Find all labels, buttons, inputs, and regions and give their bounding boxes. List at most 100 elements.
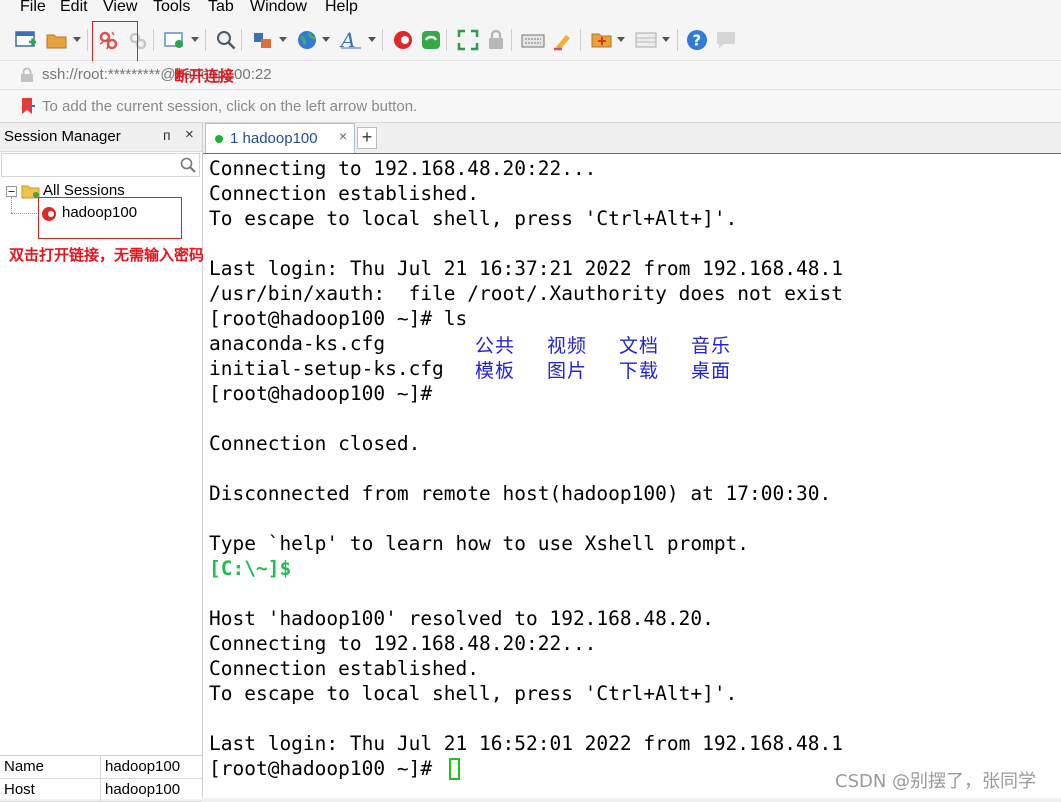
disconnect-highlight-box: [92, 21, 138, 63]
property-value: hadoop100: [105, 781, 181, 798]
dir-entry: 视频: [547, 335, 588, 357]
menu-view[interactable]: View: [103, 0, 137, 16]
keyboard-icon[interactable]: [520, 27, 546, 53]
session-search-input[interactable]: [1, 153, 200, 177]
terminal-line: To escape to local shell, press 'Ctrl+Al…: [209, 682, 738, 705]
tree-connector: [11, 197, 13, 213]
fullscreen-icon[interactable]: [455, 27, 481, 53]
dir-entry: 音乐: [691, 335, 732, 357]
lock-icon: [21, 67, 33, 82]
font-icon[interactable]: A: [338, 27, 364, 53]
terminal-line: initial-setup-ks.cfg: [209, 357, 444, 380]
tab-label: 1 hadoop100: [230, 130, 318, 147]
dir-entry: 公共: [475, 335, 516, 357]
globe-dropdown-icon[interactable]: [322, 37, 330, 42]
toolbar-separator: [382, 29, 383, 51]
menu-bar: File Edit View Tools Tab Window Help: [0, 0, 1061, 20]
toolbar-separator: [677, 29, 678, 51]
dir-entry: 图片: [547, 360, 588, 382]
terminal-line: To escape to local shell, press 'Ctrl+Al…: [209, 207, 738, 230]
toolbar-separator: [580, 29, 581, 51]
transfer-icon[interactable]: [250, 27, 276, 53]
property-row: Host hadoop100: [0, 779, 202, 802]
menu-help[interactable]: Help: [325, 0, 358, 16]
dir-entry: 文档: [619, 335, 660, 357]
chat-icon[interactable]: [713, 27, 739, 53]
disconnect-annotation: 断开连接: [174, 67, 235, 85]
compose-dropdown-icon[interactable]: [617, 37, 625, 42]
terminal-line: [root@hadoop100 ~]#: [209, 382, 433, 405]
dir-entry: 模板: [475, 360, 516, 382]
terminal-line: Last login: Thu Jul 21 16:52:01 2022 fro…: [209, 732, 843, 755]
session-manager-header: Session Manager ᴨ ×: [0, 123, 202, 152]
dir-entry: 桌面: [691, 360, 732, 382]
properties-icon[interactable]: [162, 27, 188, 53]
address-bar: ssh://root:*********@hadoop100:22: [0, 61, 1061, 90]
menu-tools[interactable]: Tools: [153, 0, 190, 16]
watermark: CSDN @别摆了，张同学: [835, 771, 1037, 792]
property-key: Host: [4, 781, 35, 798]
tree-connector: [11, 213, 37, 215]
terminal-line: Last login: Thu Jul 21 16:37:21 2022 fro…: [209, 257, 843, 280]
font-dropdown-icon[interactable]: [368, 37, 376, 42]
open-folder-icon[interactable]: [44, 27, 70, 53]
compose-icon[interactable]: [589, 27, 615, 53]
terminal-prompt: [root@hadoop100 ~]#: [209, 757, 433, 780]
tab-close-icon[interactable]: ×: [339, 128, 347, 144]
xshell-icon[interactable]: [390, 27, 416, 53]
info-text: To add the current session, click on the…: [42, 98, 418, 115]
terminal-line: Disconnected from remote host(hadoop100)…: [209, 482, 832, 505]
layout-dropdown-icon[interactable]: [662, 37, 670, 42]
toolbar-separator: [446, 29, 447, 51]
close-panel-icon[interactable]: ×: [185, 126, 194, 143]
transfer-dropdown-icon[interactable]: [279, 37, 287, 42]
new-session-icon[interactable]: [13, 27, 39, 53]
terminal-line: Type `help' to learn how to use Xshell p…: [209, 532, 750, 555]
toolbar-separator: [153, 29, 154, 51]
property-row: Name hadoop100: [0, 756, 202, 779]
globe-icon[interactable]: [294, 27, 320, 53]
property-key: Name: [4, 758, 45, 775]
tab-hadoop100[interactable]: 1 hadoop100 ×: [205, 123, 355, 153]
help-icon[interactable]: ?: [684, 27, 710, 53]
menu-tab[interactable]: Tab: [208, 0, 234, 16]
terminal-output[interactable]: Connecting to 192.168.48.20:22... Connec…: [203, 154, 1061, 798]
find-icon[interactable]: [213, 27, 239, 53]
collapse-toggle-icon[interactable]: [6, 186, 17, 197]
local-shell-prompt: [C:\~]$: [209, 557, 292, 580]
double-click-annotation: 双击打开链接，无需输入密码: [9, 246, 205, 264]
terminal-line: Connecting to 192.168.48.20:22...: [209, 157, 597, 180]
dir-entry: 下载: [619, 360, 660, 382]
tab-strip: 1 hadoop100 × +: [203, 123, 1061, 154]
layout-icon[interactable]: [633, 27, 659, 53]
menu-file[interactable]: File: [20, 0, 46, 16]
menu-edit[interactable]: Edit: [60, 0, 88, 16]
terminal-line: anaconda-ks.cfg: [209, 332, 386, 355]
session-manager-panel: Session Manager ᴨ × All Sessions hadoop1…: [0, 123, 205, 798]
toolbar-separator: [511, 29, 512, 51]
menu-window[interactable]: Window: [250, 0, 307, 16]
session-properties: Name hadoop100 Host hadoop100: [0, 755, 202, 802]
terminal-line: [root@hadoop100 ~]# ls: [209, 307, 468, 330]
pin-icon[interactable]: ᴨ: [163, 127, 171, 143]
session-address[interactable]: ssh://root:*********@hadoop100:22: [42, 66, 272, 83]
svg-text:?: ?: [693, 32, 702, 50]
toolbar-separator: [87, 29, 88, 51]
toolbar-separator: [241, 29, 242, 51]
terminal-line: /usr/bin/xauth: file /root/.Xauthority d…: [209, 282, 843, 305]
terminal-line: Connection established.: [209, 182, 480, 205]
xftp-icon[interactable]: [418, 27, 444, 53]
lock-icon[interactable]: [483, 27, 509, 53]
properties-dropdown-icon[interactable]: [191, 37, 199, 42]
connected-status-icon: [215, 135, 223, 143]
bookmark-arrow-icon[interactable]: [20, 97, 36, 115]
property-value: hadoop100: [105, 758, 181, 775]
session-manager-title: Session Manager: [4, 128, 121, 145]
toolbar-separator: [205, 29, 206, 51]
new-tab-button[interactable]: +: [357, 127, 377, 149]
terminal-line: Host 'hadoop100' resolved to 192.168.48.…: [209, 607, 714, 630]
toolbar: A ?: [0, 20, 1061, 61]
open-dropdown-icon[interactable]: [73, 37, 81, 42]
highlight-icon[interactable]: [550, 27, 576, 53]
search-icon[interactable]: [180, 157, 196, 173]
